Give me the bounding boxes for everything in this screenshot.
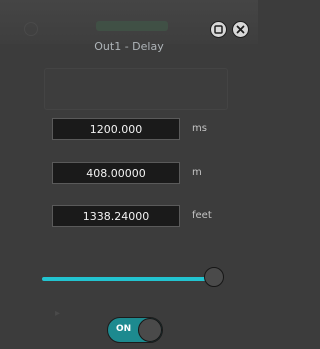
delay-ms-input[interactable]: [52, 118, 180, 140]
faded-app-icon: [24, 22, 38, 36]
toggle-knob: [138, 318, 162, 342]
meters-unit-label: m: [192, 167, 202, 178]
restore-button[interactable]: [210, 21, 227, 38]
dialog-title: Out1 - Delay: [94, 40, 164, 53]
delay-feet-input[interactable]: [52, 205, 180, 227]
on-off-toggle[interactable]: ON: [107, 317, 163, 343]
close-button[interactable]: [232, 21, 249, 38]
slider-thumb[interactable]: [204, 267, 224, 287]
slider-track: [42, 277, 212, 281]
faded-background-panel: [44, 68, 228, 110]
faded-speaker-icon: ▸: [55, 308, 61, 319]
restore-icon: [214, 25, 223, 34]
feet-unit-label: feet: [192, 210, 212, 221]
close-icon: [236, 25, 245, 34]
faded-background-title: [96, 21, 168, 31]
toggle-label: ON: [116, 324, 132, 334]
delay-meters-input[interactable]: [52, 162, 180, 184]
ms-unit-label: ms: [192, 123, 207, 134]
delay-slider[interactable]: [42, 266, 224, 290]
